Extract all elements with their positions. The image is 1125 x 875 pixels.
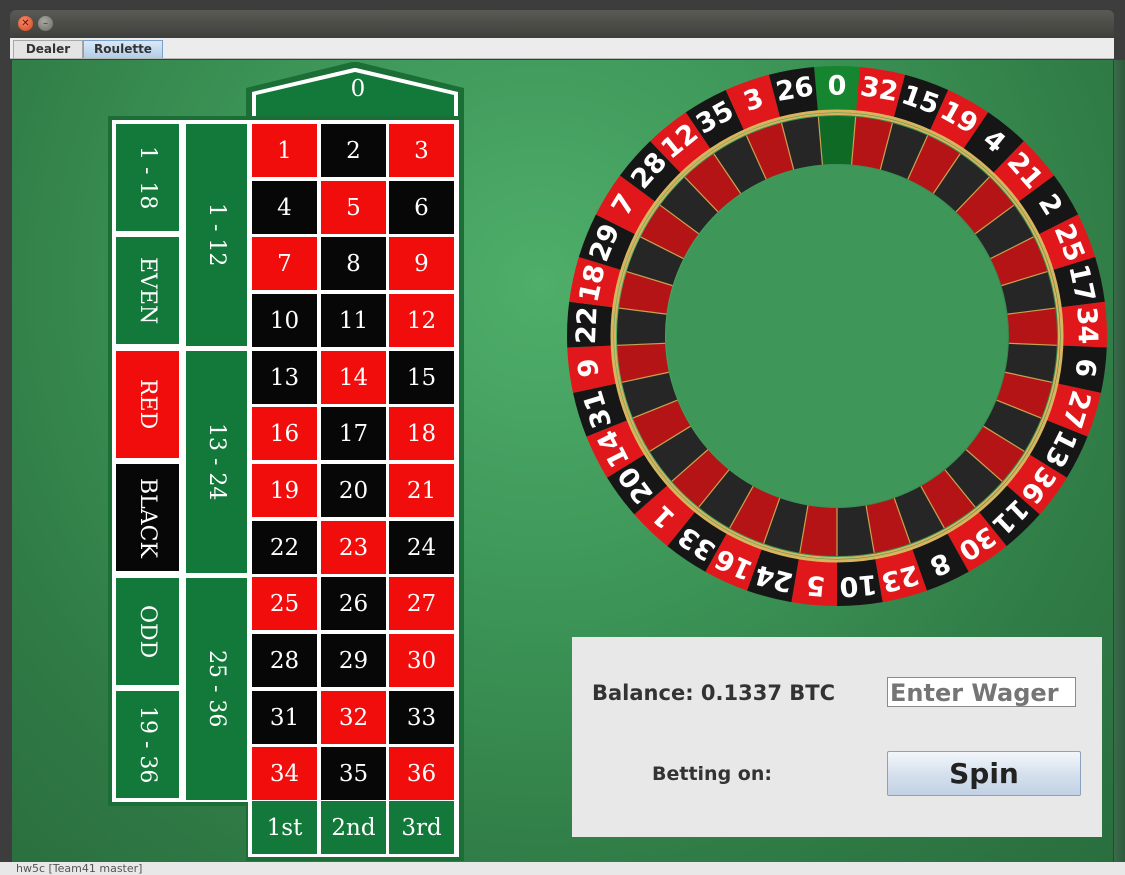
- bet-number-19[interactable]: 19: [252, 464, 317, 517]
- bet-column-2[interactable]: 2nd: [321, 801, 386, 854]
- bet-number-13[interactable]: 13: [252, 351, 317, 404]
- spin-button[interactable]: Spin: [887, 751, 1081, 796]
- bet-number-8[interactable]: 8: [321, 237, 386, 290]
- bet-number-24[interactable]: 24: [389, 521, 454, 574]
- bet-number-12[interactable]: 12: [389, 294, 454, 347]
- bet-number-31[interactable]: 31: [252, 691, 317, 744]
- close-window-icon[interactable]: ✕: [18, 16, 33, 31]
- bet-zero[interactable]: 0: [340, 74, 376, 104]
- balance-label: Balance: 0.1337 BTC: [592, 681, 835, 705]
- bet-even[interactable]: EVEN: [116, 237, 179, 344]
- wheel-number-label: 5: [805, 569, 826, 601]
- bet-number-17[interactable]: 17: [321, 407, 386, 460]
- window-titlebar: ✕ –: [10, 10, 1114, 38]
- bet-red[interactable]: RED: [116, 351, 179, 458]
- tab-bar: Dealer Roulette: [10, 38, 1114, 59]
- status-text: hw5c [Team41 master]: [16, 862, 143, 875]
- bet-number-3[interactable]: 3: [389, 124, 454, 177]
- bet-number-2[interactable]: 2: [321, 124, 386, 177]
- bet-number-27[interactable]: 27: [389, 577, 454, 630]
- bet-number-32[interactable]: 32: [321, 691, 386, 744]
- bet-number-1[interactable]: 1: [252, 124, 317, 177]
- wheel-number-label: 9: [572, 356, 605, 379]
- bet-number-5[interactable]: 5: [321, 181, 386, 234]
- wheel-center: [666, 165, 1008, 507]
- status-bar: hw5c [Team41 master]: [0, 862, 1125, 875]
- bet-number-14[interactable]: 14: [321, 351, 386, 404]
- bet-number-23[interactable]: 23: [321, 521, 386, 574]
- control-panel: Balance: 0.1337 BTC Betting on: Spin: [572, 637, 1102, 837]
- wheel-number-label: 34: [1070, 306, 1103, 345]
- tab-dealer[interactable]: Dealer: [13, 40, 83, 58]
- wheel-number-label: 10: [838, 568, 878, 602]
- bet-dozen-1[interactable]: 1 - 12: [186, 124, 247, 346]
- wheel-number-label: 26: [774, 71, 816, 108]
- bet-black[interactable]: BLACK: [116, 464, 179, 571]
- bet-number-22[interactable]: 22: [252, 521, 317, 574]
- bet-odd[interactable]: ODD: [116, 578, 179, 685]
- bet-number-4[interactable]: 4: [252, 181, 317, 234]
- bet-number-20[interactable]: 20: [321, 464, 386, 517]
- bet-column-3[interactable]: 3rd: [389, 801, 454, 854]
- bet-number-25[interactable]: 25: [252, 577, 317, 630]
- wheel-number-label: 0: [828, 71, 847, 102]
- bet-high[interactable]: 19 - 36: [116, 691, 179, 798]
- roulette-wheel[interactable]: 0 321519421225173462713361130823105241633…: [565, 64, 1109, 608]
- wager-input[interactable]: [887, 677, 1076, 707]
- bet-number-36[interactable]: 36: [389, 747, 454, 800]
- wheel-number-label: 6: [1068, 356, 1101, 379]
- bet-number-33[interactable]: 33: [389, 691, 454, 744]
- bet-number-35[interactable]: 35: [321, 747, 386, 800]
- wheel-number-label: 32: [858, 71, 900, 108]
- bet-number-16[interactable]: 16: [252, 407, 317, 460]
- bet-number-10[interactable]: 10: [252, 294, 317, 347]
- window-edge: [1114, 60, 1125, 862]
- bet-dozen-2[interactable]: 13 - 24: [186, 351, 247, 573]
- bet-number-9[interactable]: 9: [389, 237, 454, 290]
- bet-column-1[interactable]: 1st: [252, 801, 317, 854]
- minimize-window-icon[interactable]: –: [38, 16, 53, 31]
- bet-number-29[interactable]: 29: [321, 634, 386, 687]
- wheel-number-label: 22: [571, 306, 604, 345]
- bet-dozen-3[interactable]: 25 - 36: [186, 578, 247, 800]
- bet-number-34[interactable]: 34: [252, 747, 317, 800]
- bet-low[interactable]: 1 - 18: [116, 124, 179, 231]
- bet-number-18[interactable]: 18: [389, 407, 454, 460]
- bet-number-21[interactable]: 21: [389, 464, 454, 517]
- tab-roulette[interactable]: Roulette: [83, 40, 163, 58]
- bet-number-28[interactable]: 28: [252, 634, 317, 687]
- bet-number-26[interactable]: 26: [321, 577, 386, 630]
- bet-number-30[interactable]: 30: [389, 634, 454, 687]
- betting-on-label: Betting on:: [652, 763, 772, 785]
- bet-number-7[interactable]: 7: [252, 237, 317, 290]
- bet-number-11[interactable]: 11: [321, 294, 386, 347]
- wheel-inner-pocket-0: [818, 116, 856, 165]
- bet-number-6[interactable]: 6: [389, 181, 454, 234]
- bet-number-15[interactable]: 15: [389, 351, 454, 404]
